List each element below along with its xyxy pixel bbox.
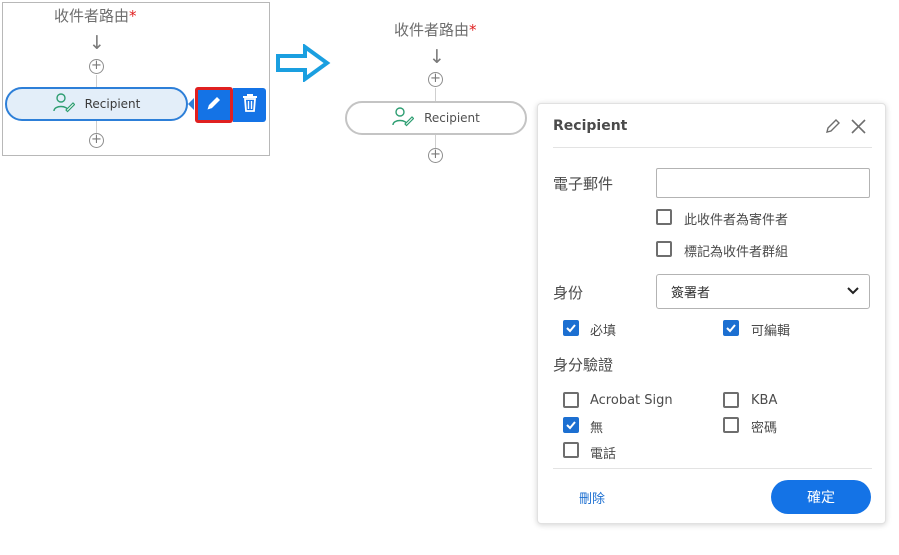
arrow-down-icon: ↓ <box>429 46 445 68</box>
role-select[interactable]: 簽署者 <box>656 274 870 309</box>
auth-phone-label: 電話 <box>590 447 617 462</box>
header-divider <box>553 147 872 148</box>
confirm-button[interactable]: 確定 <box>771 480 871 514</box>
auth-kba-checkbox[interactable] <box>723 392 739 408</box>
arrow-down-icon: ↓ <box>89 32 105 54</box>
plus-circle-icon[interactable]: + <box>428 148 443 163</box>
routing-title-right: 收件者路由* <box>394 21 477 39</box>
auth-acrobat-sign-checkbox[interactable] <box>563 392 579 408</box>
pencil-icon <box>205 94 223 116</box>
editable-checkbox[interactable] <box>723 320 739 336</box>
sender-checkbox[interactable] <box>656 209 672 225</box>
email-field[interactable] <box>656 168 870 198</box>
auth-password-checkbox[interactable] <box>723 417 739 433</box>
authentication-label: 身分驗證 <box>553 356 614 374</box>
connector-line <box>435 88 436 101</box>
routing-title-left: 收件者路由* <box>54 7 137 25</box>
person-pen-icon <box>392 106 415 130</box>
chevron-down-icon <box>847 284 859 299</box>
plus-circle-icon[interactable]: + <box>89 133 104 148</box>
footer-divider <box>553 468 872 469</box>
plus-circle-icon[interactable]: + <box>89 59 104 74</box>
auth-acrobat-sign-label: Acrobat Sign <box>590 393 673 408</box>
recipient-node-label: Recipient <box>424 111 480 125</box>
person-pen-icon <box>52 92 75 116</box>
recipient-node-label: Recipient <box>84 97 141 111</box>
required-checkbox[interactable] <box>563 320 579 336</box>
close-icon[interactable] <box>850 118 867 139</box>
arrow-right-icon <box>275 43 331 86</box>
pencil-icon[interactable] <box>825 118 841 138</box>
email-label: 電子郵件 <box>553 175 614 193</box>
auth-kba-label: KBA <box>751 393 778 408</box>
panel-title: Recipient <box>553 118 628 134</box>
connector-line <box>96 75 97 87</box>
plus-circle-icon[interactable]: + <box>428 72 443 87</box>
role-select-value: 簽署者 <box>671 286 711 301</box>
recipient-node[interactable]: Recipient <box>345 101 527 135</box>
required-checkbox-label: 必填 <box>590 324 617 339</box>
selection-pointer <box>188 98 194 110</box>
auth-none-label: 無 <box>590 421 604 436</box>
auth-password-label: 密碼 <box>751 421 778 436</box>
edit-button[interactable] <box>195 87 233 123</box>
auth-none-checkbox[interactable] <box>563 417 579 433</box>
role-label: 身份 <box>553 284 584 302</box>
delete-button[interactable] <box>233 88 266 122</box>
editable-checkbox-label: 可編輯 <box>751 324 791 339</box>
auth-phone-checkbox[interactable] <box>563 442 579 458</box>
delete-link[interactable]: 刪除 <box>579 488 605 507</box>
group-checkbox[interactable] <box>656 241 672 257</box>
trash-icon <box>241 93 259 117</box>
recipient-node-selected[interactable]: Recipient <box>5 87 188 121</box>
sender-checkbox-label: 此收件者為寄件者 <box>684 213 789 228</box>
group-checkbox-label: 標記為收件者群組 <box>684 245 789 260</box>
